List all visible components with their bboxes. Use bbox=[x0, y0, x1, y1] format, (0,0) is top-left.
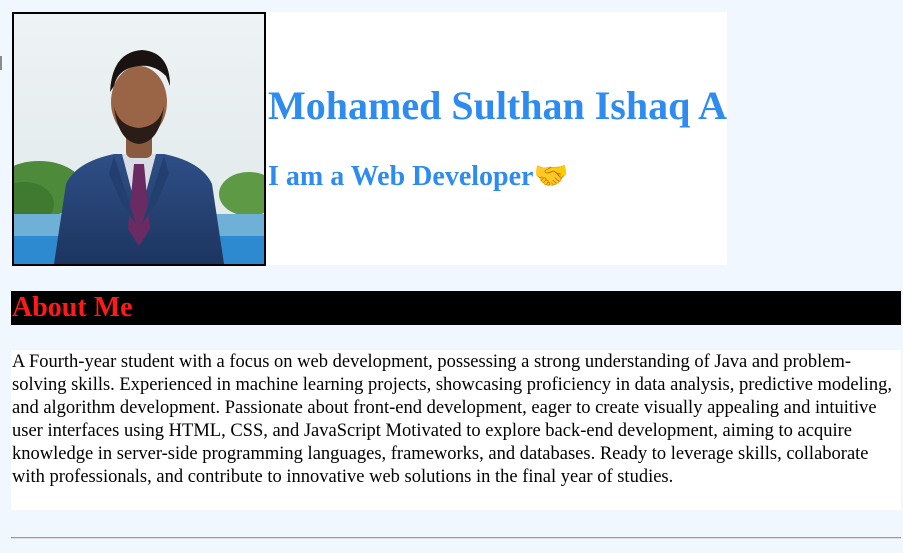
handshake-icon: 🤝 bbox=[533, 161, 569, 192]
about-heading: About Me bbox=[12, 292, 133, 323]
profile-header: Mohamed Sulthan Ishaq A I am a Web Devel… bbox=[12, 12, 727, 266]
portfolio-page: Mohamed Sulthan Ishaq A I am a Web Devel… bbox=[0, 0, 903, 553]
profile-photo bbox=[12, 12, 266, 266]
about-section-header: About Me bbox=[11, 291, 901, 325]
section-divider bbox=[11, 537, 901, 539]
about-paragraph: A Fourth-year student with a focus on we… bbox=[11, 350, 901, 510]
profile-name: Mohamed Sulthan Ishaq A bbox=[268, 83, 728, 128]
scroll-edge-mark bbox=[0, 56, 2, 70]
tagline-text: I am a Web Developer bbox=[268, 161, 534, 192]
profile-intro: Mohamed Sulthan Ishaq A I am a Web Devel… bbox=[266, 12, 727, 265]
profile-tagline: I am a Web Developer🤝 bbox=[268, 161, 568, 193]
